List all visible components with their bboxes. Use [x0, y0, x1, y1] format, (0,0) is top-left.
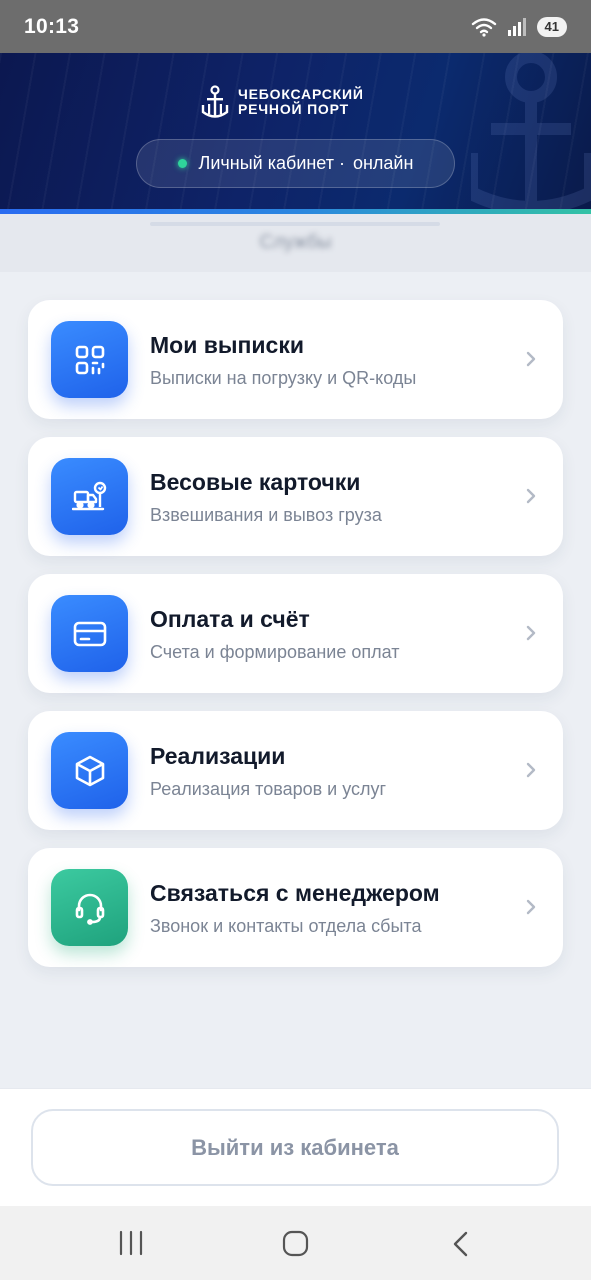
battery-icon: 41	[536, 17, 567, 37]
logout-button[interactable]: Выйти из кабинета	[31, 1109, 559, 1186]
section-divider	[150, 222, 440, 226]
cabinet-label: Личный кабинет ·	[198, 153, 345, 173]
recents-icon[interactable]	[118, 1230, 144, 1256]
menu-item-title: Оплата и счёт	[150, 606, 310, 632]
chevron-right-icon	[526, 351, 536, 367]
menu-item-subtitle: Взвешивания и вывоз груза	[150, 505, 382, 525]
menu-item-subtitle: Счета и формирование оплат	[150, 642, 400, 662]
port-logo: ЧЕБОКСАРСКИЙ РЕЧНОЙ ПОРТ	[200, 85, 364, 119]
menu-icon-box	[51, 732, 128, 809]
chevron-right-icon	[526, 899, 536, 915]
menu-icon-box	[51, 869, 128, 946]
bottom-panel: Выйти из кабинета	[0, 1088, 591, 1206]
menu-item-title: Связаться с менеджером	[150, 880, 440, 906]
chevron-right-icon	[526, 625, 536, 641]
menu-item-contact-manager[interactable]: Связаться с менеджером Звонок и контакты…	[28, 848, 563, 967]
home-icon[interactable]	[282, 1230, 310, 1258]
menu-icon-box	[51, 595, 128, 672]
menu-item-statements[interactable]: Мои выписки Выписки на погрузку и QR-код…	[28, 300, 563, 419]
status-bar: 10:13 41	[0, 0, 591, 53]
menu-item-title: Мои выписки	[150, 332, 304, 358]
chevron-right-icon	[526, 488, 536, 504]
app-header: ЧЕБОКСАРСКИЙ РЕЧНОЙ ПОРТ Личный кабинет …	[0, 53, 591, 211]
menu-item-subtitle: Звонок и контакты отдела сбыта	[150, 916, 422, 936]
menu-item-weight-cards[interactable]: Весовые карточки Взвешивания и вывоз гру…	[28, 437, 563, 556]
headset-icon	[75, 893, 104, 925]
anchor-watermark-icon	[471, 53, 591, 211]
menu-item-title: Реализации	[150, 743, 286, 769]
menu-item-sales[interactable]: Реализации Реализация товаров и услуг	[28, 711, 563, 830]
wifi-icon	[471, 18, 496, 37]
online-status-pill: Личный кабинет · онлайн	[136, 139, 455, 188]
online-status-label: онлайн	[352, 153, 414, 173]
qr-code-icon	[75, 345, 104, 374]
menu-item-subtitle: Выписки на погрузку и QR-коды	[150, 368, 417, 388]
logo-text: ЧЕБОКСАРСКИЙ РЕЧНОЙ ПОРТ	[238, 86, 364, 117]
section-header: Службы	[0, 214, 591, 272]
anchor-icon	[201, 85, 229, 118]
menu-item-title: Весовые карточки	[150, 469, 361, 495]
chevron-right-icon	[526, 762, 536, 778]
signal-icon	[507, 18, 526, 36]
credit-card-icon	[73, 621, 106, 646]
menu-list: Мои выписки Выписки на погрузку и QR-код…	[28, 300, 563, 985]
status-time: 10:13	[24, 15, 80, 38]
menu-item-subtitle: Реализация товаров и услуг	[150, 779, 387, 799]
menu-item-payment[interactable]: Оплата и счёт Счета и формирование оплат	[28, 574, 563, 693]
status-icons: 41	[471, 17, 567, 37]
menu-icon-box	[51, 321, 128, 398]
back-icon[interactable]	[450, 1230, 472, 1258]
section-title: Службы	[259, 232, 332, 253]
box-icon	[75, 755, 104, 786]
menu-icon-box	[51, 458, 128, 535]
system-nav-bar	[0, 1206, 591, 1280]
truck-scale-icon	[71, 481, 106, 510]
online-indicator-dot	[177, 159, 187, 168]
